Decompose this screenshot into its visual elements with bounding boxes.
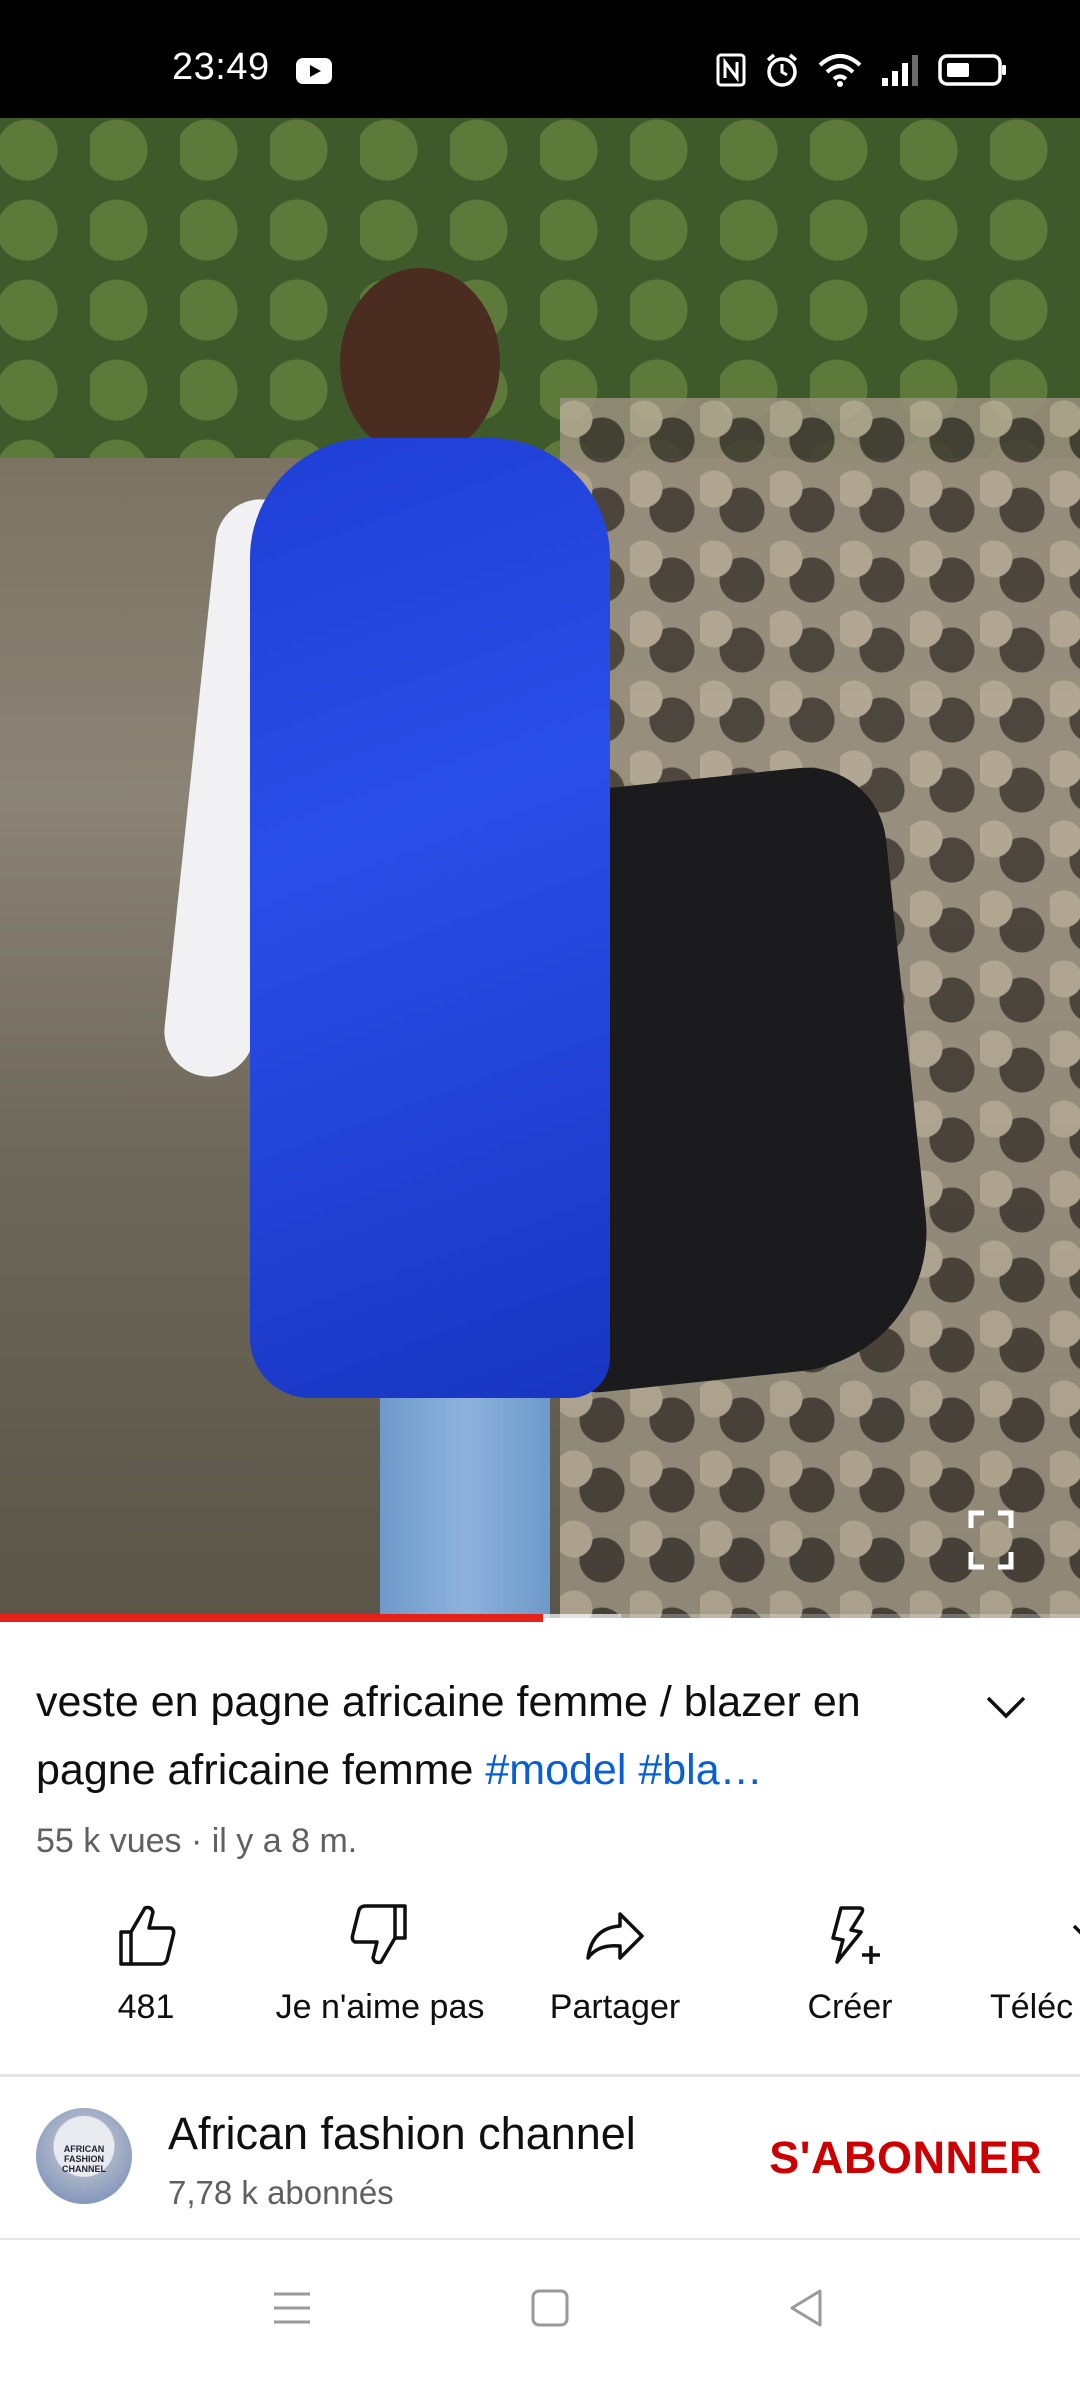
video-hashtags[interactable]: #model #bla…: [485, 1746, 762, 1794]
video-frame-model: [159, 228, 941, 1618]
dislike-label: Je n'aime pas: [275, 1988, 485, 2026]
channel-avatar[interactable]: AFRICAN FASHION CHANNEL: [36, 2108, 132, 2204]
share-arrow-icon: [586, 1912, 644, 1960]
divider: [0, 2074, 1080, 2077]
menu-icon[interactable]: [272, 2288, 312, 2328]
video-meta: 55 k vues · il y a 8 m.: [36, 1822, 358, 1860]
video-title[interactable]: veste en pagne africaine femme / blazer …: [36, 1668, 936, 1804]
download-label: Téléc: [990, 1988, 1074, 2026]
video-player[interactable]: [0, 118, 1080, 1618]
download-icon: [1072, 1924, 1080, 1935]
create-label: Créer: [807, 1988, 893, 2026]
nfc-icon: [716, 53, 746, 87]
status-icons: [716, 50, 1008, 90]
like-button[interactable]: 481: [36, 1900, 256, 2027]
like-count: 481: [117, 1988, 175, 2026]
download-button[interactable]: Téléc: [970, 1900, 1080, 2027]
wifi-icon: [818, 54, 862, 87]
youtube-notification-icon: [296, 58, 332, 84]
thumbs-up-icon: [119, 1905, 176, 1966]
action-row: 481 Je n'aime pas Partager Créer Téléc: [0, 1900, 1080, 2050]
avatar-logo-text: AFRICAN FASHION CHANNEL: [62, 2144, 106, 2174]
chevron-down-icon[interactable]: [984, 1692, 1028, 1722]
home-square-icon[interactable]: [530, 2288, 570, 2328]
dislike-button[interactable]: Je n'aime pas: [270, 1900, 490, 2027]
channel-subscribers: 7,78 k abonnés: [168, 2174, 394, 2211]
channel-row[interactable]: AFRICAN FASHION CHANNEL African fashion …: [0, 2080, 1080, 2240]
share-button[interactable]: Partager: [505, 1900, 725, 2027]
video-progress-fill: [0, 1614, 544, 1622]
fullscreen-icon[interactable]: [968, 1510, 1014, 1570]
back-triangle-icon[interactable]: [786, 2288, 826, 2328]
create-remix-icon: [831, 1906, 880, 1964]
signal-icon: [882, 55, 918, 86]
subscribe-button[interactable]: S'ABONNER: [769, 2132, 1042, 2184]
video-progress-bar[interactable]: [0, 1614, 1080, 1622]
channel-name[interactable]: African fashion channel: [168, 2108, 636, 2160]
navigation-bar: [0, 2240, 1080, 2400]
thumbs-down-icon: [350, 1904, 407, 1965]
share-label: Partager: [549, 1988, 681, 2026]
status-bar: 23:49: [0, 0, 1080, 118]
alarm-icon: [766, 53, 798, 87]
status-time: 23:49: [172, 46, 270, 88]
create-button[interactable]: Créer: [740, 1900, 960, 2027]
battery-icon: [938, 54, 1006, 86]
